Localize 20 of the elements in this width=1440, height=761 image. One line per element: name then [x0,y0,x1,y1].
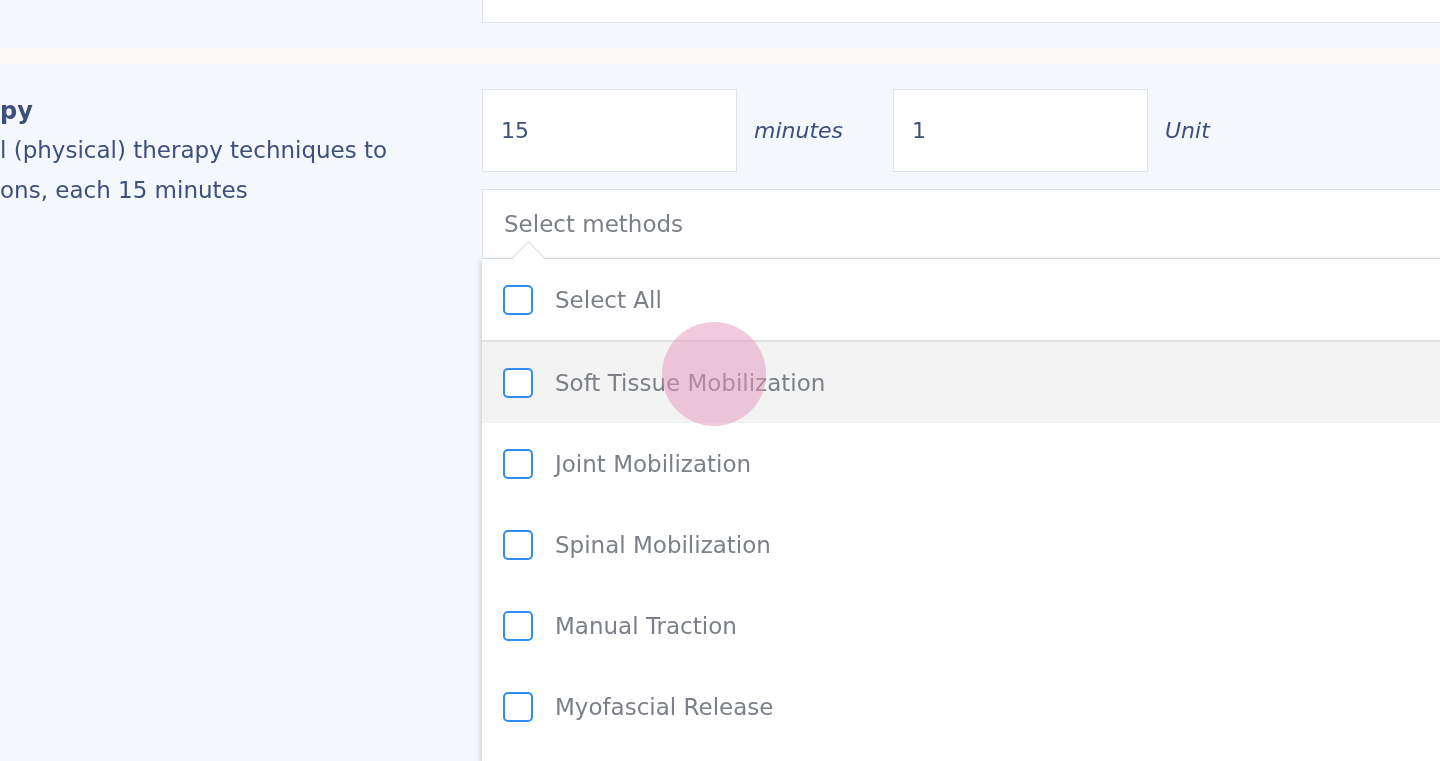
minutes-label: minutes [753,118,845,143]
method-option[interactable]: Spinal Mobilization [482,504,1440,585]
checkbox[interactable] [503,367,533,398]
method-option[interactable]: Soft Tissue Mobilization [482,342,1440,423]
methods-select[interactable]: Select methods [482,189,1440,259]
checkbox[interactable] [503,448,533,479]
checkbox[interactable] [503,284,533,315]
section-description: l (physical) therapy techniques to [0,136,389,165]
text-field[interactable] [482,0,1440,23]
units-input[interactable]: 1 [893,89,1148,172]
checkbox[interactable] [503,691,533,722]
section-description: ons, each 15 minutes [0,176,249,205]
method-option[interactable]: Manual Traction [482,585,1440,666]
minutes-input[interactable]: 15 [482,89,737,172]
section-title: py [0,96,34,127]
method-option[interactable]: Joint Mobilization [482,423,1440,504]
checkbox[interactable] [503,529,533,560]
unit-label: Unit [1164,118,1212,143]
method-option[interactable]: Myofascial Release [482,666,1440,747]
checkbox[interactable] [503,610,533,641]
